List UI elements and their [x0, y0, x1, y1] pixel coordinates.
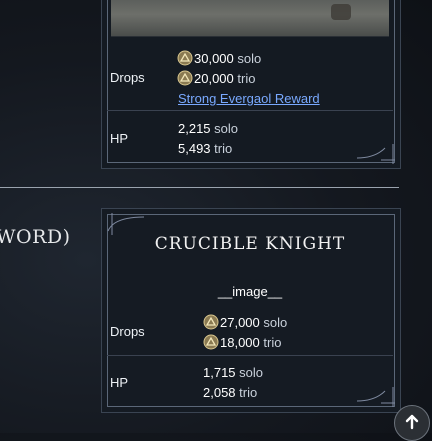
boss-image-placeholder: __image__ — [217, 284, 283, 299]
drop-value: 20,000 — [194, 71, 234, 86]
arrow-up-icon — [405, 414, 419, 430]
drop-mode: trio — [237, 71, 256, 86]
hp-label: HP — [110, 375, 129, 390]
drop-mode: solo — [237, 51, 262, 66]
section-heading: WORD) — [0, 226, 71, 248]
hp-label: HP — [110, 131, 129, 146]
hp-value: 5,493 — [178, 141, 211, 156]
corner-ornament — [356, 387, 395, 407]
rune-icon — [177, 50, 193, 66]
drop-solo: 30,000 solo — [177, 50, 261, 66]
drop-solo: 27,000 solo — [203, 314, 287, 330]
hp-mode: trio — [239, 385, 258, 400]
row-divider — [107, 110, 393, 111]
hp-mode: solo — [239, 365, 264, 380]
hp-solo: 1,715 solo — [203, 365, 263, 380]
drop-mode: solo — [263, 315, 288, 330]
hp-value: 2,058 — [203, 385, 236, 400]
hp-value: 1,715 — [203, 365, 236, 380]
drops-label: Drops — [110, 70, 145, 85]
rune-icon — [203, 314, 219, 330]
rune-icon — [177, 70, 193, 86]
section-divider — [0, 187, 399, 188]
hp-mode: solo — [214, 121, 239, 136]
page: Drops 30,000 solo 20,000 trio Strong Eve… — [0, 0, 432, 441]
hp-value: 2,215 — [178, 121, 211, 136]
drop-value: 30,000 — [194, 51, 234, 66]
corner-ornament — [356, 144, 395, 164]
row-divider — [107, 355, 393, 356]
boss-image — [111, 0, 389, 37]
hp-solo: 2,215 solo — [178, 121, 238, 136]
drop-value: 18,000 — [220, 335, 260, 350]
scroll-to-top-button[interactable] — [394, 405, 430, 441]
rune-icon — [203, 334, 219, 350]
drop-value: 27,000 — [220, 315, 260, 330]
strong-evergaol-reward-link[interactable]: Strong Evergaol Reward — [178, 91, 320, 106]
hp-trio: 2,058 trio — [203, 385, 257, 400]
drop-trio: 20,000 trio — [177, 70, 255, 86]
drop-mode: trio — [263, 335, 282, 350]
drops-label: Drops — [110, 324, 145, 339]
image-detail — [331, 4, 351, 20]
boss-title: CRUCIBLE KNIGHT — [154, 234, 346, 254]
hp-trio: 5,493 trio — [178, 141, 232, 156]
hp-mode: trio — [214, 141, 233, 156]
drop-trio: 18,000 trio — [203, 334, 281, 350]
